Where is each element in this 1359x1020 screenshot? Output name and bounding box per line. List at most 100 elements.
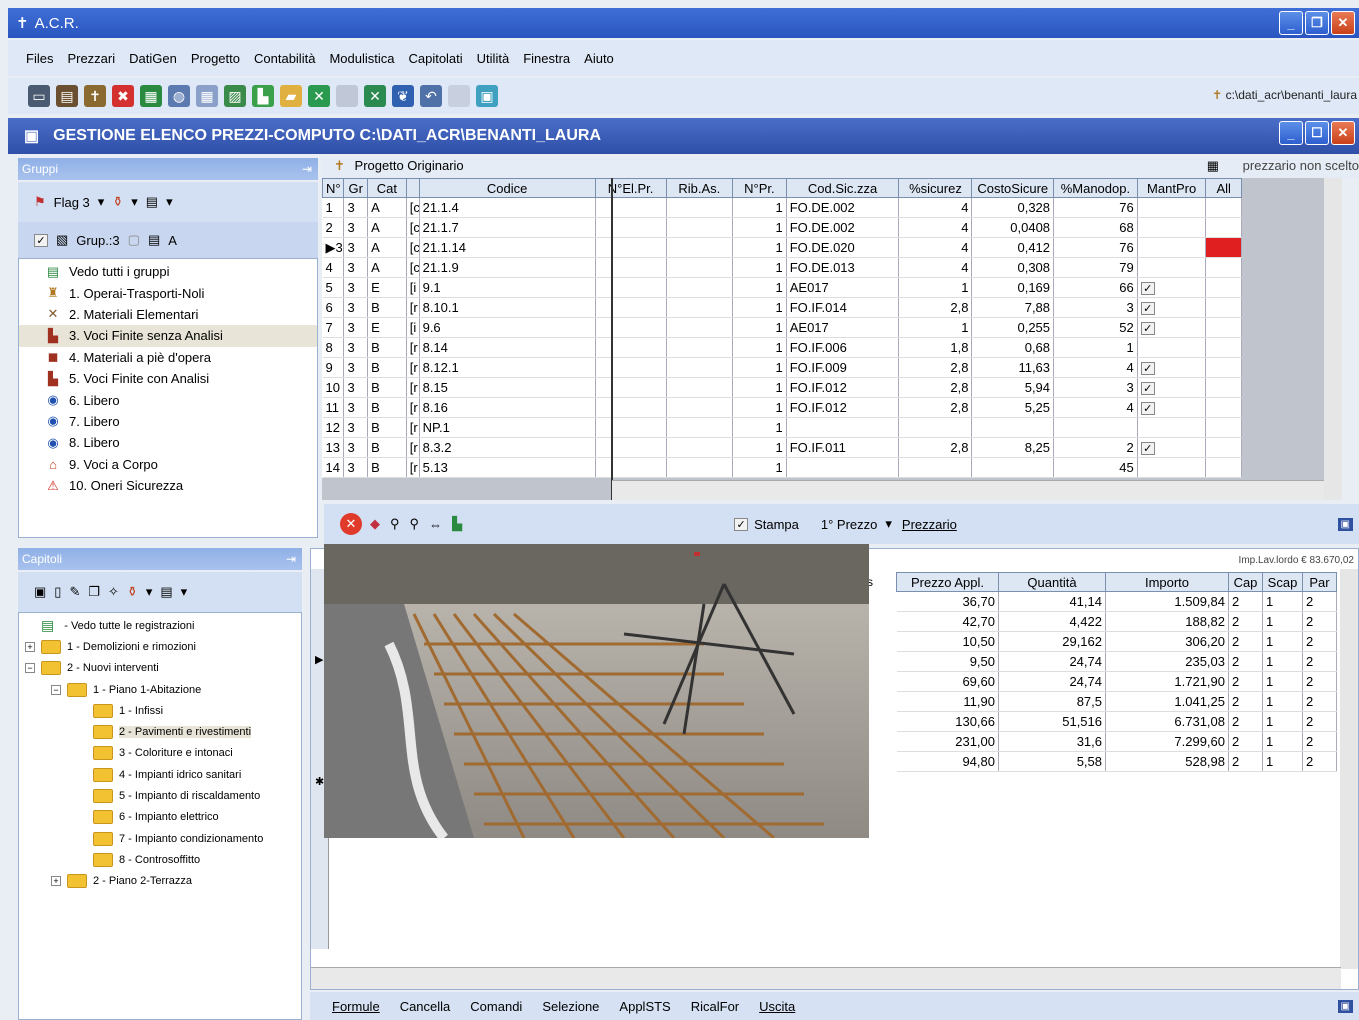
table-cell[interactable]: 2 (1228, 651, 1263, 672)
table-cell[interactable]: 3 (343, 417, 369, 438)
table-cell[interactable]: 31,6 (998, 731, 1106, 752)
table-cell[interactable]: 1 (732, 417, 787, 438)
table-cell[interactable]: ✓ (1137, 357, 1207, 378)
table-cell[interactable]: B (367, 337, 407, 358)
table-cell[interactable]: FO.IF.009 (786, 357, 900, 378)
window-maximize-button[interactable]: ☐ (1305, 121, 1329, 145)
maintpro-checkbox[interactable]: ✓ (1140, 382, 1155, 395)
table-cell[interactable]: 4 (1053, 397, 1138, 418)
window-close-button[interactable]: ✕ (1331, 121, 1355, 145)
table-cell[interactable]: [r (406, 417, 420, 438)
computo-header[interactable]: Prezzo Appl. (896, 572, 999, 592)
pin-icon[interactable]: ⇥ (286, 552, 296, 566)
group-item-7[interactable]: ◉ 7. Libero (19, 411, 317, 432)
table-row[interactable]: 42,70 4,422 188,82 2 1 2 (896, 611, 1337, 632)
table-cell[interactable]: 4 (1053, 357, 1138, 378)
menu-item-6[interactable]: Capitolati (408, 51, 462, 66)
excel-icon[interactable]: ✕ (308, 85, 330, 107)
table-cell[interactable]: 1 (732, 397, 787, 418)
dropdown-arrow-icon[interactable]: ▾ (98, 194, 105, 210)
table-row[interactable]: 1 3 A [c 21.1.4 1 FO.DE.002 4 0,328 76 (322, 197, 1242, 218)
globe-icon[interactable]: ◍ (168, 85, 190, 107)
table-cell[interactable]: AE017 (786, 317, 900, 338)
table-row[interactable]: 10 3 B [r 8.15 1 FO.IF.012 2,8 5,94 3 ✓ (322, 377, 1242, 398)
price-grid-header[interactable]: Codice (418, 178, 596, 198)
table-cell[interactable]: 12 (322, 417, 345, 438)
table-cell[interactable]: 21.1.4 (419, 197, 596, 218)
table-cell[interactable]: 1 (1262, 631, 1303, 652)
table-cell[interactable] (786, 417, 900, 438)
table-cell[interactable]: 1 (898, 317, 973, 338)
chapter-item-8[interactable]: 5 - Impianto di riscaldamento (19, 785, 301, 806)
table-cell[interactable]: 2 (1302, 631, 1337, 652)
menu-item-0[interactable]: Files (26, 51, 53, 66)
tool-icon[interactable]: ✝ (84, 85, 106, 107)
eraser-icon[interactable]: ◆ (370, 516, 380, 532)
table-cell[interactable] (595, 257, 667, 278)
a-label[interactable]: A (168, 233, 177, 248)
table-cell[interactable]: ✓ (1137, 437, 1207, 458)
table-cell[interactable]: 3 (1053, 297, 1138, 318)
table-cell[interactable] (595, 437, 667, 458)
table-cell[interactable]: 1 (898, 277, 973, 298)
table-cell[interactable]: 3 (343, 317, 369, 338)
folder-icon[interactable]: ▰ (280, 85, 302, 107)
computo-header[interactable]: Scap (1262, 572, 1303, 592)
table-cell[interactable]: 2 (1228, 691, 1263, 712)
table-cell[interactable]: 3 (343, 277, 369, 298)
table-cell[interactable] (1205, 297, 1242, 318)
table-cell[interactable] (971, 457, 1055, 478)
table-cell[interactable]: 4 (322, 257, 345, 278)
table-cell[interactable] (1137, 337, 1207, 358)
table-cell[interactable] (666, 237, 734, 258)
computo-vscrollbar[interactable] (1340, 569, 1358, 969)
table-cell[interactable] (1205, 197, 1242, 218)
bottom-menu-item-1[interactable]: Cancella (400, 999, 451, 1014)
table-cell[interactable]: 1 (1262, 711, 1303, 732)
table-cell[interactable]: 76 (1053, 237, 1138, 258)
table-cell[interactable]: 8,25 (971, 437, 1055, 458)
table-cell[interactable]: 8.14 (419, 337, 596, 358)
table-cell[interactable]: 1 (1262, 671, 1303, 692)
table-cell[interactable]: 1 (732, 317, 787, 338)
table-cell[interactable]: ✓ (1137, 317, 1207, 338)
table-cell[interactable]: 0,308 (971, 257, 1055, 278)
table-cell[interactable] (595, 457, 667, 478)
table-cell[interactable]: 2 (1228, 731, 1263, 752)
computo-header[interactable]: Importo (1105, 572, 1229, 592)
price-grid-header[interactable]: N°Pr. (732, 178, 787, 198)
table-cell[interactable]: 21.1.7 (419, 217, 596, 238)
table-cell[interactable]: 2 (1228, 611, 1263, 632)
menu-item-2[interactable]: DatiGen (129, 51, 177, 66)
table-cell[interactable]: 4 (898, 237, 973, 258)
table-cell[interactable] (666, 437, 734, 458)
bottom-menu-item-5[interactable]: RicalFor (691, 999, 739, 1014)
chapter-item-3[interactable]: − 1 - Piano 1-Abitazione (19, 679, 301, 700)
dropdown-arrow-icon[interactable]: ▾ (131, 194, 138, 210)
bottom-menu-item-4[interactable]: ApplSTS (619, 999, 670, 1014)
table-cell[interactable]: 2 (1302, 651, 1337, 672)
table-cell[interactable] (971, 417, 1055, 438)
table-cell[interactable] (1205, 217, 1242, 238)
computo-hscrollbar[interactable] (311, 967, 1341, 989)
table-cell[interactable] (595, 337, 667, 358)
menu-item-1[interactable]: Prezzari (67, 51, 115, 66)
table-cell[interactable]: 1 (1262, 691, 1303, 712)
table-cell[interactable]: 11 (322, 397, 345, 418)
table-cell[interactable]: 2 (322, 217, 345, 238)
table-cell[interactable]: 2,8 (898, 437, 973, 458)
prezzario-button[interactable]: Prezzario (902, 517, 957, 532)
expand-icon[interactable]: + (51, 876, 61, 887)
dropdown-arrow-icon[interactable]: ▾ (166, 194, 173, 210)
table-cell[interactable] (1205, 237, 1242, 258)
table-row[interactable]: 10,50 29,162 306,20 2 1 2 (896, 631, 1337, 652)
table-row[interactable]: 4 3 A [c 21.1.9 1 FO.DE.013 4 0,308 79 (322, 257, 1242, 278)
table-cell[interactable]: B (367, 377, 407, 398)
table-cell[interactable]: 1.041,25 (1105, 691, 1229, 712)
print-icon[interactable]: ▭ (28, 85, 50, 107)
table-cell[interactable] (666, 217, 734, 238)
table-cell[interactable]: 6.731,08 (1105, 711, 1229, 732)
table-cell[interactable] (1205, 457, 1242, 478)
table-row[interactable]: 9 3 B [r 8.12.1 1 FO.IF.009 2,8 11,63 4 ✓ (322, 357, 1242, 378)
table-cell[interactable] (1205, 437, 1242, 458)
